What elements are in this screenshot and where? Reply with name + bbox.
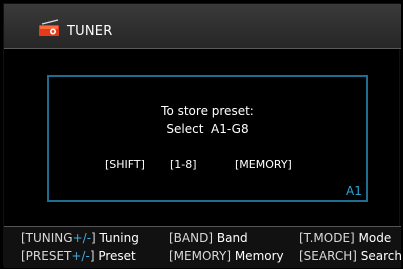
footer-item-preset: [PRESET+/-] Preset [21,249,136,263]
number-key-hint: [1-8] [170,158,197,171]
footer-key: [TUNING [21,231,73,245]
radio-icon [39,19,59,36]
footer-item-band: [BAND] Band [169,231,248,245]
page-title: TUNER [67,24,113,39]
header-bar: TUNER [4,4,401,48]
tuner-screen: TUNER To store preset: Select A1-G8 [SHI… [3,3,402,268]
footer-key-accent: +/- [72,231,92,245]
footer-key: ] [91,231,96,245]
dialog-instruction: To store preset: [161,104,254,118]
footer-key: [T.MODE] [299,231,355,245]
footer-key-accent: +/- [71,249,90,263]
dialog-range: Select A1-G8 [166,122,249,136]
footer-help-bar: [TUNING+/-] Tuning [BAND] Band [T.MODE] … [4,226,402,268]
memory-key-hint: [MEMORY] [235,158,292,171]
footer-label: Tuning [99,231,139,245]
footer-label: Search [360,249,402,263]
footer-item-memory: [MEMORY] Memory [169,249,284,263]
footer-key: [PRESET [21,249,72,263]
footer-key: ] [89,249,95,263]
footer-item-search: [SEARCH] Search [299,249,402,263]
footer-label: Memory [234,249,284,263]
footer-item-tuning: [TUNING+/-] Tuning [21,231,139,245]
footer-item-mode: [T.MODE] Mode [299,231,391,245]
footer-key: [SEARCH] [299,249,357,263]
store-preset-dialog: To store preset: Select A1-G8 [SHIFT] [1… [47,75,368,202]
footer-label: Mode [358,231,392,245]
header-divider [4,48,401,49]
footer-key: [MEMORY] [169,249,231,263]
current-preset: A1 [346,184,362,198]
footer-label: Preset [98,249,136,263]
footer-label: Band [216,231,248,245]
shift-key-hint: [SHIFT] [105,158,145,171]
footer-key: [BAND] [169,231,214,245]
